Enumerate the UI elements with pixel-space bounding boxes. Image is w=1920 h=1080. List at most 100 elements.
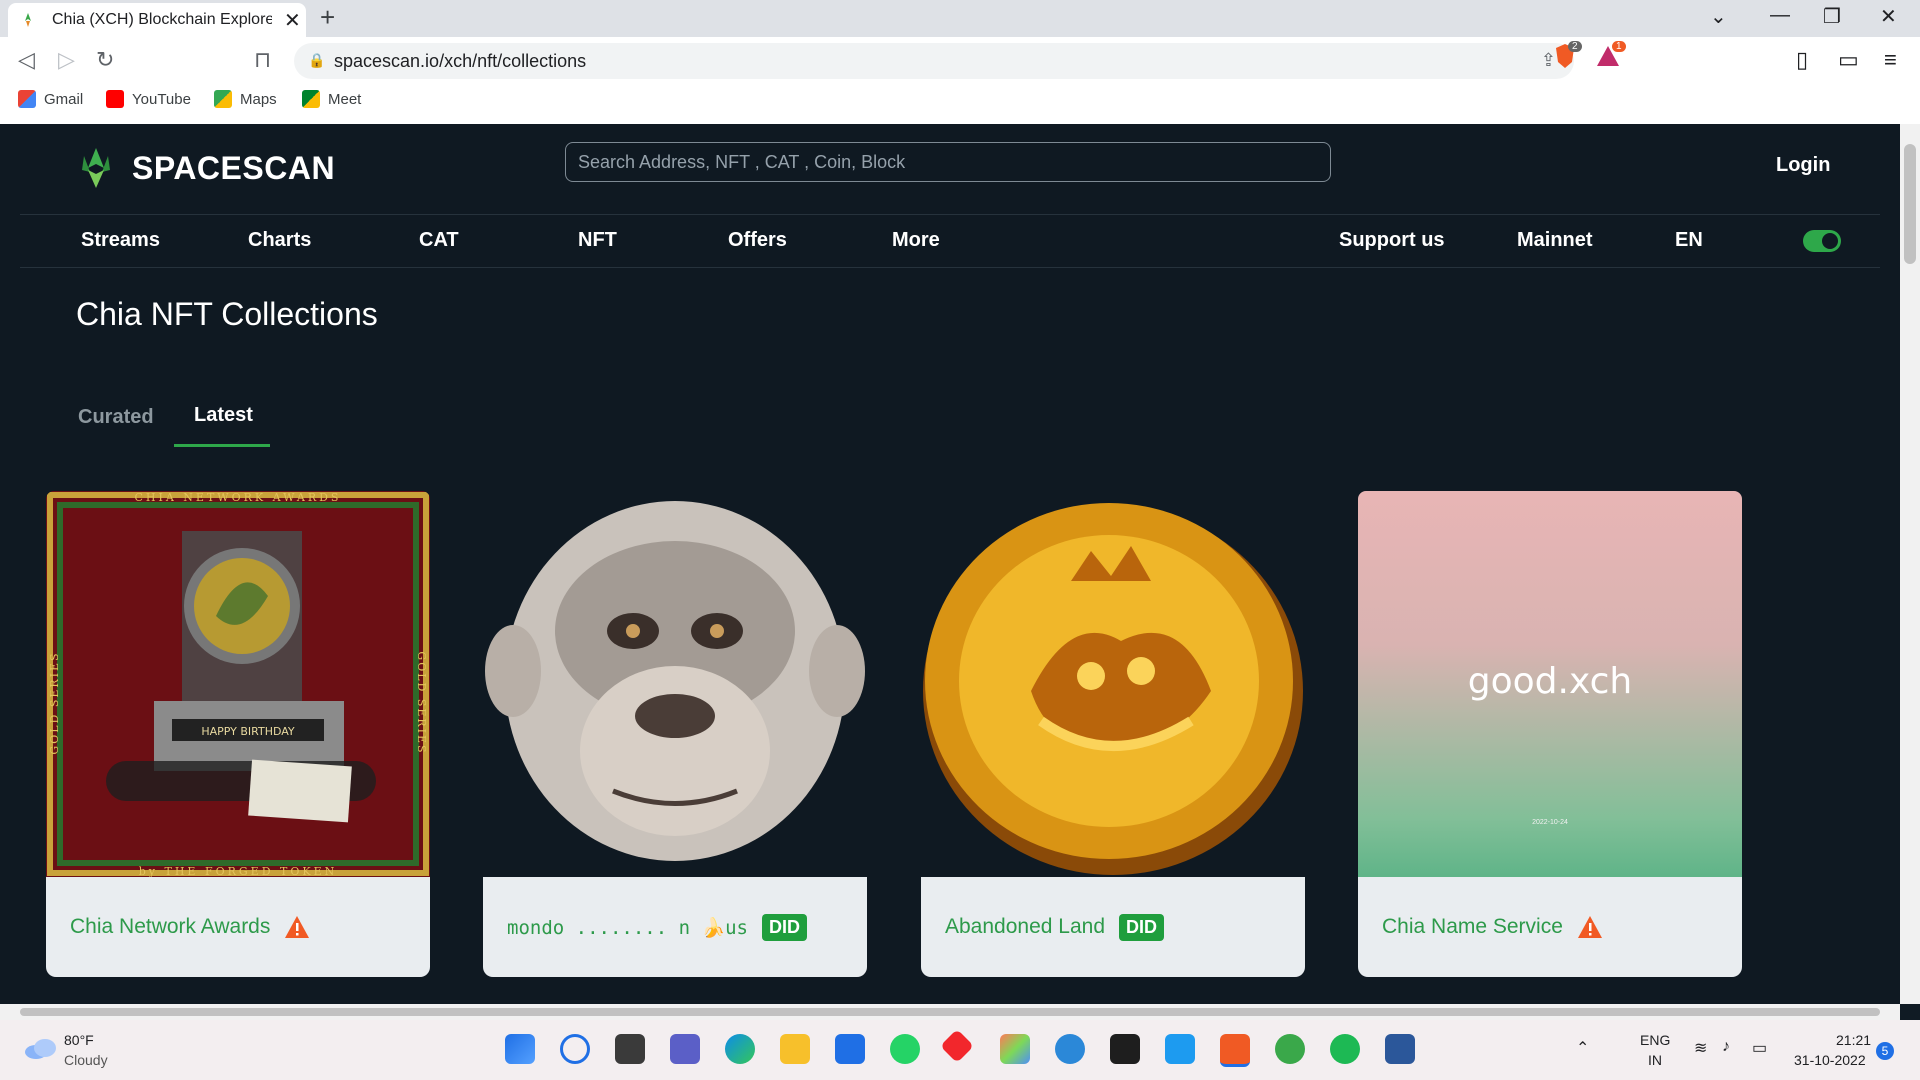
card-info: Abandoned Land DID — [921, 877, 1305, 977]
brave-taskbar-icon[interactable] — [1220, 1034, 1250, 1067]
scroll-thumb[interactable] — [1904, 144, 1916, 264]
collection-name[interactable]: Chia Name Service — [1382, 915, 1563, 939]
back-icon[interactable]: ◁ — [18, 47, 35, 73]
wallet-icon[interactable]: ▭ — [1838, 47, 1859, 73]
store-icon[interactable] — [835, 1034, 865, 1064]
file-explorer-icon[interactable] — [780, 1034, 810, 1064]
youtube-icon — [106, 90, 124, 108]
browser-chrome: Chia (XCH) Blockchain Explorer | C ✕ + ⌄… — [0, 0, 1920, 124]
nav-language[interactable]: EN — [1675, 229, 1703, 252]
card-info: mondo ........ n 🍌us DID — [483, 877, 867, 977]
search-input[interactable] — [565, 142, 1331, 182]
nav-support-us[interactable]: Support us — [1339, 229, 1445, 252]
login-button[interactable]: Login — [1776, 154, 1830, 177]
bookmark-icon[interactable]: ⊓ — [254, 47, 271, 73]
collection-card[interactable]: CHIA NETWORK AWARDS by THE FORGED TOKEN … — [46, 491, 430, 977]
award-bottom-text: by THE FORGED TOKEN — [139, 865, 338, 877]
minimize-icon[interactable]: — — [1770, 4, 1790, 27]
theme-toggle[interactable] — [1803, 230, 1841, 252]
notification-badge[interactable]: 5 — [1876, 1042, 1894, 1060]
terminal-icon[interactable] — [1110, 1034, 1140, 1064]
forward-icon[interactable]: ▷ — [58, 47, 75, 73]
nav-offers[interactable]: Offers — [728, 229, 787, 252]
active-tab-indicator — [174, 444, 270, 447]
wifi-icon[interactable]: ≋ — [1694, 1038, 1707, 1058]
close-tab-icon[interactable]: ✕ — [284, 8, 301, 33]
close-window-icon[interactable]: ✕ — [1880, 4, 1897, 29]
nav-more[interactable]: More — [892, 229, 940, 252]
url-text: spacescan.io/xch/nft/collections — [334, 51, 587, 71]
tab-strip: Chia (XCH) Blockchain Explorer | C ✕ + ⌄… — [0, 0, 1920, 37]
anydesk-icon[interactable] — [940, 1029, 974, 1063]
nav-nft[interactable]: NFT — [578, 229, 617, 252]
collection-name[interactable]: Abandoned Land — [945, 915, 1105, 939]
nav-charts[interactable]: Charts — [248, 229, 311, 252]
battery-icon[interactable]: ▭ — [1752, 1038, 1767, 1058]
collection-image: good.xch 2022-10-24 — [1358, 491, 1742, 877]
restore-icon[interactable]: ❐ — [1823, 4, 1841, 29]
tab-latest[interactable]: Latest — [194, 404, 253, 427]
bookmark-maps[interactable]: Maps — [214, 90, 277, 108]
cloud-icon — [25, 1039, 56, 1059]
bookmark-meet[interactable]: Meet — [302, 90, 361, 108]
collection-card[interactable]: mondo ........ n 🍌us DID — [483, 491, 867, 977]
chia-icon[interactable] — [1275, 1034, 1305, 1064]
weather-temp[interactable]: 80°F — [64, 1032, 94, 1048]
scroll-thumb[interactable] — [20, 1008, 1880, 1016]
bookmark-youtube[interactable]: YouTube — [106, 90, 191, 108]
chimp-artwork — [483, 491, 867, 877]
browser-tab[interactable]: Chia (XCH) Blockchain Explorer | C ✕ — [8, 3, 306, 37]
volume-icon[interactable]: ♪ — [1722, 1038, 1730, 1056]
nav-mainnet[interactable]: Mainnet — [1517, 229, 1593, 252]
tab-title: Chia (XCH) Blockchain Explorer | C — [52, 11, 272, 28]
spacescan-favicon-icon — [25, 13, 31, 27]
search-icon[interactable] — [560, 1034, 590, 1064]
help-icon[interactable] — [1055, 1034, 1085, 1064]
collection-name[interactable]: mondo ........ n 🍌us — [507, 916, 748, 939]
edge-icon[interactable] — [725, 1034, 755, 1064]
lock-icon: 🔒 — [308, 52, 326, 68]
maps-icon — [214, 90, 232, 108]
weather-desc[interactable]: Cloudy — [64, 1052, 108, 1068]
whatsapp-icon[interactable] — [890, 1034, 920, 1064]
tab-curated[interactable]: Curated — [78, 406, 154, 429]
award-top-text: CHIA NETWORK AWARDS — [135, 491, 342, 504]
bookmarks-bar: Gmail YouTube Maps Meet — [0, 86, 1920, 116]
collection-card[interactable]: good.xch 2022-10-24 Chia Name Service — [1358, 491, 1742, 977]
collection-image: CHIA NETWORK AWARDS by THE FORGED TOKEN … — [46, 491, 430, 877]
region-indicator[interactable]: IN — [1648, 1052, 1662, 1068]
clock-time[interactable]: 21:21 — [1836, 1032, 1871, 1048]
main-nav: Streams Charts CAT NFT Offers More Suppo… — [20, 214, 1880, 268]
teams-chat-icon[interactable] — [670, 1034, 700, 1064]
collection-image — [921, 491, 1305, 877]
app-icon[interactable] — [1000, 1034, 1030, 1064]
plaque-text: HAPPY BIRTHDAY — [201, 725, 295, 738]
toggle-knob — [1822, 233, 1838, 249]
site-logo[interactable]: SPACESCAN — [74, 146, 335, 190]
nav-cat[interactable]: CAT — [419, 229, 459, 252]
address-bar[interactable]: 🔒 spacescan.io/xch/nft/collections ⇪ — [294, 43, 1574, 79]
new-tab-icon[interactable]: + — [320, 2, 335, 33]
menu-icon[interactable]: ≡ — [1884, 47, 1897, 73]
windows-start-icon[interactable] — [505, 1034, 535, 1064]
clock-date[interactable]: 31-10-2022 — [1794, 1052, 1866, 1068]
reload-icon[interactable]: ↻ — [96, 47, 114, 73]
word-icon[interactable] — [1385, 1034, 1415, 1064]
collection-name[interactable]: Chia Network Awards — [70, 915, 270, 939]
twitter-icon[interactable] — [1165, 1034, 1195, 1064]
windows-taskbar: 80°F Cloudy ⌃ ENG IN ≋ ♪ ▭ 21:21 31-10-2… — [0, 1020, 1920, 1080]
bookmark-gmail[interactable]: Gmail — [18, 90, 83, 108]
tab-search-icon[interactable]: ⌄ — [1710, 4, 1727, 29]
collection-card[interactable]: Abandoned Land DID — [921, 491, 1305, 977]
sidebar-icon[interactable]: ▯ — [1796, 47, 1808, 73]
award-side-text-left: GOLD SERIES — [48, 651, 61, 754]
vertical-scrollbar[interactable] — [1900, 124, 1920, 1004]
nav-streams[interactable]: Streams — [81, 229, 160, 252]
language-indicator[interactable]: ENG — [1640, 1032, 1670, 1048]
page-title: Chia NFT Collections — [76, 296, 378, 332]
horizontal-scrollbar[interactable] — [0, 1004, 1900, 1020]
spacescan-page: SPACESCAN Login Streams Charts CAT NFT O… — [0, 124, 1900, 1004]
spotify-icon[interactable] — [1330, 1034, 1360, 1064]
tray-chevron-icon[interactable]: ⌃ — [1576, 1038, 1589, 1058]
task-view-icon[interactable] — [615, 1034, 645, 1064]
